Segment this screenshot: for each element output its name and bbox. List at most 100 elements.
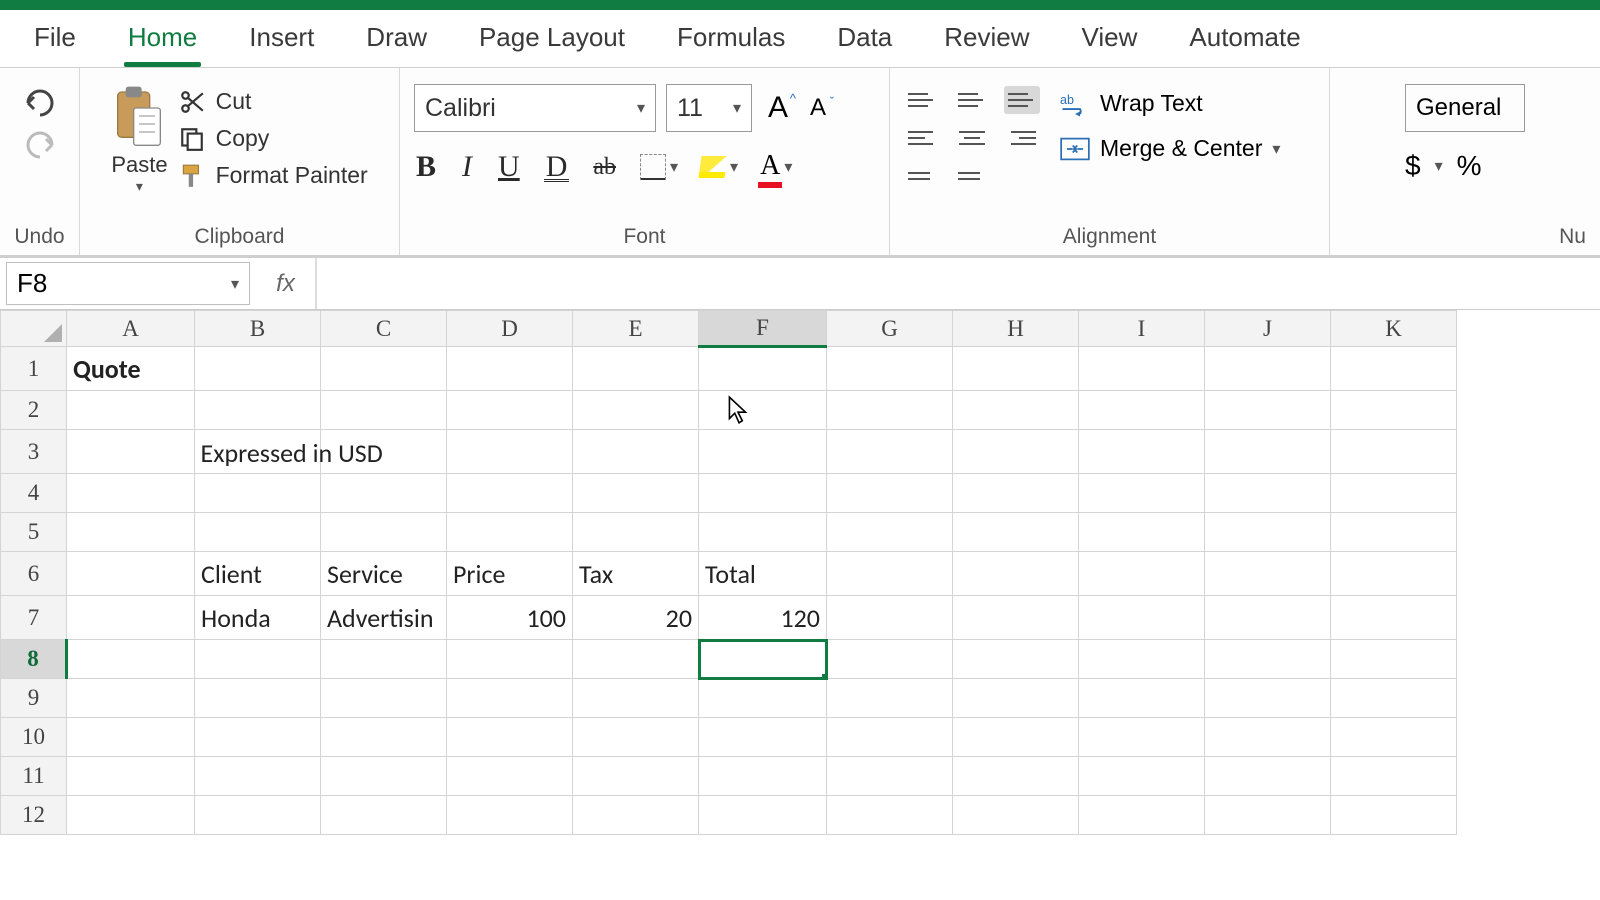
- row-header-1[interactable]: 1: [1, 347, 67, 391]
- cell-K2[interactable]: [1331, 391, 1457, 430]
- italic-button[interactable]: I: [460, 150, 474, 184]
- align-bottom-button[interactable]: [1004, 86, 1040, 114]
- cell-F10[interactable]: [699, 718, 827, 757]
- cell-I8[interactable]: [1079, 640, 1205, 679]
- cell-B10[interactable]: [195, 718, 321, 757]
- cell-D9[interactable]: [447, 679, 573, 718]
- cell-E5[interactable]: [573, 513, 699, 552]
- cell-D3[interactable]: [447, 430, 573, 474]
- cut-button[interactable]: Cut: [178, 88, 368, 115]
- cell-F3[interactable]: [699, 430, 827, 474]
- tab-page-layout[interactable]: Page Layout: [475, 12, 629, 67]
- cell-E2[interactable]: [573, 391, 699, 430]
- cell-H8[interactable]: [953, 640, 1079, 679]
- cell-E9[interactable]: [573, 679, 699, 718]
- align-left-button[interactable]: [904, 124, 940, 152]
- cell-B9[interactable]: [195, 679, 321, 718]
- cell-I1[interactable]: [1079, 347, 1205, 391]
- cell-J6[interactable]: [1205, 552, 1331, 596]
- cell-K5[interactable]: [1331, 513, 1457, 552]
- cell-C1[interactable]: [321, 347, 447, 391]
- cell-H12[interactable]: [953, 796, 1079, 835]
- cell-G11[interactable]: [827, 757, 953, 796]
- font-name-select[interactable]: Calibri▾: [414, 84, 656, 132]
- cell-G12[interactable]: [827, 796, 953, 835]
- cell-B5[interactable]: [195, 513, 321, 552]
- cell-E6[interactable]: Tax: [573, 552, 699, 596]
- cell-I5[interactable]: [1079, 513, 1205, 552]
- cell-I3[interactable]: [1079, 430, 1205, 474]
- cell-J1[interactable]: [1205, 347, 1331, 391]
- cell-F5[interactable]: [699, 513, 827, 552]
- cell-D11[interactable]: [447, 757, 573, 796]
- name-box[interactable]: F8 ▾: [6, 262, 250, 305]
- cell-B2[interactable]: [195, 391, 321, 430]
- cell-A12[interactable]: [67, 796, 195, 835]
- number-format-select[interactable]: General: [1405, 84, 1525, 132]
- decrease-indent-button[interactable]: [904, 162, 940, 190]
- row-header-6[interactable]: 6: [1, 552, 67, 596]
- cell-I9[interactable]: [1079, 679, 1205, 718]
- cell-H1[interactable]: [953, 347, 1079, 391]
- tab-insert[interactable]: Insert: [245, 12, 318, 67]
- cell-E8[interactable]: [573, 640, 699, 679]
- cell-I2[interactable]: [1079, 391, 1205, 430]
- copy-button[interactable]: Copy: [178, 125, 368, 152]
- cell-G8[interactable]: [827, 640, 953, 679]
- cell-K11[interactable]: [1331, 757, 1457, 796]
- col-header-A[interactable]: A: [67, 311, 195, 347]
- cell-F1[interactable]: [699, 347, 827, 391]
- cell-J12[interactable]: [1205, 796, 1331, 835]
- cell-G10[interactable]: [827, 718, 953, 757]
- cell-K1[interactable]: [1331, 347, 1457, 391]
- row-header-11[interactable]: 11: [1, 757, 67, 796]
- cell-K12[interactable]: [1331, 796, 1457, 835]
- cell-A1[interactable]: Quote: [67, 347, 195, 391]
- cell-K6[interactable]: [1331, 552, 1457, 596]
- cell-G3[interactable]: [827, 430, 953, 474]
- row-header-10[interactable]: 10: [1, 718, 67, 757]
- col-header-H[interactable]: H: [953, 311, 1079, 347]
- cell-G9[interactable]: [827, 679, 953, 718]
- merge-center-button[interactable]: Merge & Center ▾: [1060, 135, 1280, 162]
- cell-I12[interactable]: [1079, 796, 1205, 835]
- row-header-5[interactable]: 5: [1, 513, 67, 552]
- cell-D5[interactable]: [447, 513, 573, 552]
- align-top-button[interactable]: [904, 86, 940, 114]
- bold-button[interactable]: B: [414, 150, 438, 184]
- cell-D12[interactable]: [447, 796, 573, 835]
- cell-K8[interactable]: [1331, 640, 1457, 679]
- cell-A4[interactable]: [67, 474, 195, 513]
- cell-J7[interactable]: [1205, 596, 1331, 640]
- cell-J5[interactable]: [1205, 513, 1331, 552]
- format-painter-button[interactable]: Format Painter: [178, 162, 368, 189]
- cell-K3[interactable]: [1331, 430, 1457, 474]
- row-header-7[interactable]: 7: [1, 596, 67, 640]
- cell-A10[interactable]: [67, 718, 195, 757]
- cell-J11[interactable]: [1205, 757, 1331, 796]
- cell-J3[interactable]: [1205, 430, 1331, 474]
- cell-E7[interactable]: 20: [573, 596, 699, 640]
- cell-B4[interactable]: [195, 474, 321, 513]
- cell-C10[interactable]: [321, 718, 447, 757]
- fx-button[interactable]: fx: [256, 258, 316, 309]
- cell-G7[interactable]: [827, 596, 953, 640]
- cell-D8[interactable]: [447, 640, 573, 679]
- percent-button[interactable]: %: [1457, 150, 1482, 182]
- font-color-button[interactable]: A▾: [760, 150, 792, 184]
- cell-C3[interactable]: [321, 430, 447, 474]
- cell-H2[interactable]: [953, 391, 1079, 430]
- cell-C8[interactable]: [321, 640, 447, 679]
- tab-review[interactable]: Review: [940, 12, 1033, 67]
- cell-E12[interactable]: [573, 796, 699, 835]
- cell-A7[interactable]: [67, 596, 195, 640]
- col-header-E[interactable]: E: [573, 311, 699, 347]
- cell-G5[interactable]: [827, 513, 953, 552]
- align-middle-button[interactable]: [954, 86, 990, 114]
- cell-F2[interactable]: [699, 391, 827, 430]
- cell-A8[interactable]: [67, 640, 195, 679]
- cell-I4[interactable]: [1079, 474, 1205, 513]
- cell-K9[interactable]: [1331, 679, 1457, 718]
- cell-B8[interactable]: [195, 640, 321, 679]
- cell-J8[interactable]: [1205, 640, 1331, 679]
